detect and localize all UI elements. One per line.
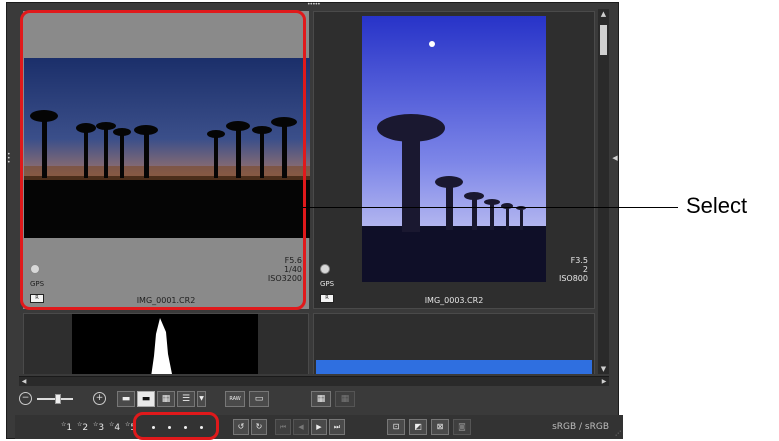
scroll-left-arrow-icon[interactable]: ◀	[19, 377, 29, 386]
check-mark-highlight	[133, 412, 219, 440]
resize-grip-icon[interactable]: ⋰	[615, 430, 621, 437]
multi-view-icon[interactable]: ▦	[335, 391, 355, 407]
horizontal-scrollbar[interactable]: ◀ ▶	[19, 376, 609, 386]
camera-icon[interactable]: ◙	[453, 419, 471, 435]
callout-leader-line	[303, 207, 678, 208]
raw-image-icon[interactable]: RAW	[225, 391, 245, 407]
edit-image-icon[interactable]: ◩	[409, 419, 427, 435]
thumbnail-partial-2[interactable]	[313, 313, 595, 374]
scroll-down-arrow-icon[interactable]: ▼	[598, 364, 609, 374]
view-large-thumbnail-icon[interactable]: ▬	[117, 391, 135, 407]
scroll-right-arrow-icon[interactable]: ▶	[599, 377, 609, 386]
filename-label: IMG_0003.CR2	[424, 296, 484, 305]
vertical-scrollbar[interactable]: ▲ ▼	[598, 9, 609, 374]
rotate-right-icon[interactable]: ↻	[251, 419, 267, 435]
gps-label: GPS	[320, 280, 335, 288]
left-panel-grip[interactable]: • • •	[7, 152, 11, 173]
rating-4-icon[interactable]: ☆4	[109, 421, 120, 433]
previous-image-icon[interactable]: ◀	[293, 419, 309, 435]
preview-window-icon[interactable]: ▭	[249, 391, 269, 407]
photo-blue-sky	[316, 360, 592, 374]
slider-handle[interactable]	[55, 394, 61, 404]
shutter-speed-value: 2	[582, 265, 588, 274]
rating-toolbar: ☆1 ☆2 ☆3 ☆4 ☆5 ↺ ↻ ⏮ ◀ ▶ ⏭ ⊡ ◩ ⊠ ◙ sRGB …	[15, 415, 623, 439]
rating-3-icon[interactable]: ☆3	[93, 421, 104, 433]
gps-location-icon	[320, 264, 330, 274]
next-image-icon[interactable]: ▶	[311, 419, 327, 435]
aperture-value: F3.5	[570, 256, 588, 265]
view-grid-icon[interactable]: ▦	[157, 391, 175, 407]
crop-icon[interactable]: ⊡	[387, 419, 405, 435]
view-list-icon[interactable]: ☰	[177, 391, 195, 407]
rating-1-icon[interactable]: ☆1	[61, 421, 72, 433]
compare-view-icon[interactable]: ▦	[311, 391, 331, 407]
rotate-left-icon[interactable]: ↺	[233, 419, 249, 435]
color-space-label: sRGB / sRGB	[552, 422, 609, 432]
view-dropdown-icon[interactable]: ▼	[197, 391, 206, 407]
scrollbar-thumb[interactable]	[600, 25, 607, 55]
photo-cave-silhouette	[72, 314, 258, 374]
photo-baobab-avenue	[362, 16, 546, 282]
dust-delete-icon[interactable]: ⊠	[431, 419, 449, 435]
thumbnail-img-0003[interactable]: GPS R F3.5 2 ISO800 IMG_0003.CR2	[313, 11, 595, 309]
iso-value: ISO800	[558, 274, 588, 283]
rating-2-icon[interactable]: ☆2	[77, 421, 88, 433]
scroll-up-arrow-icon[interactable]: ▲	[598, 9, 609, 19]
selected-thumbnail-highlight	[20, 10, 306, 310]
zoom-out-icon[interactable]: −	[19, 392, 32, 405]
zoom-in-icon[interactable]: +	[93, 392, 106, 405]
view-medium-thumbnail-icon[interactable]: ▬	[137, 391, 155, 407]
top-resize-grip[interactable]: •••••	[307, 2, 321, 8]
exif-info: F3.5 2 ISO800	[559, 256, 588, 283]
view-toolbar: − + ▬ ▬ ▦ ☰ ▼ RAW ▭ ▦ ▦	[15, 389, 623, 411]
thumbnail-partial-1[interactable]	[23, 313, 309, 374]
callout-label: Select	[686, 193, 748, 218]
collapse-panel-arrow-icon[interactable]: ◀	[610, 151, 620, 165]
last-image-icon[interactable]: ⏭	[329, 419, 345, 435]
first-image-icon[interactable]: ⏮	[275, 419, 291, 435]
